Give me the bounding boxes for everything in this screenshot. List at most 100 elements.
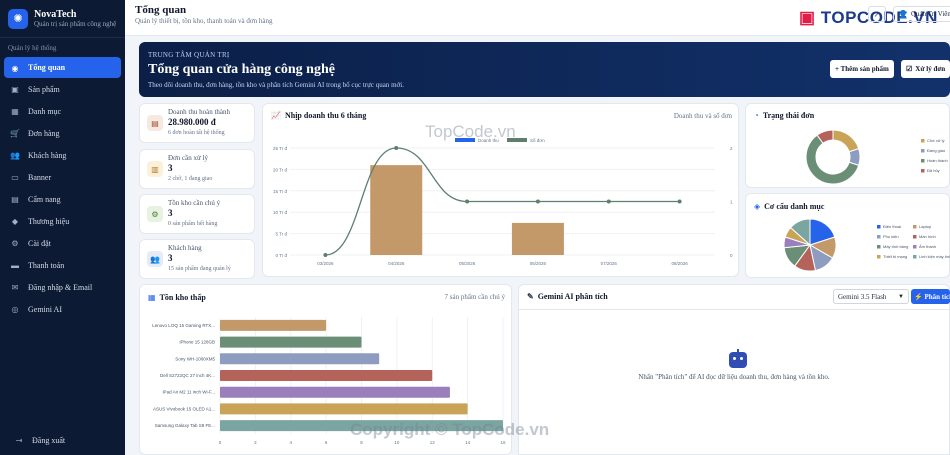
revenue-bar xyxy=(511,222,564,255)
stat-card: ▤ Doanh thu hoàn thành 28.980.000 đ 6 đơn h… xyxy=(139,103,255,143)
model-value: Gemini 3.5 Flash xyxy=(838,292,887,301)
book-icon: ▤ xyxy=(11,195,19,204)
stat-label: Khách hàng xyxy=(168,244,202,252)
x-tick-label: 12 xyxy=(430,440,436,445)
x-tick-label: 05/2026 xyxy=(459,261,476,266)
sidebar-item-11[interactable]: ◎ Gemini AI xyxy=(4,299,121,320)
top-header: Tổng quan Quản lý thiết bị, tồn kho, tha… xyxy=(125,0,950,36)
add-product-button[interactable]: + Thêm sản phẩm xyxy=(830,60,894,78)
orders-point xyxy=(465,199,470,204)
analyze-button[interactable]: ⚡ Phân tích xyxy=(911,289,950,304)
stat-card: 👥 Khách hàng 3 15 sản phẩm đang quản lý xyxy=(139,239,255,279)
sidebar-item-2[interactable]: ▦ Danh mục xyxy=(4,101,121,122)
stock-label: iPad Air M2 11 inch Wi-F... xyxy=(163,390,215,395)
order-status-card: ◔ Trạng thái đơn Chờ xử lý Đang giao Hoàn t… xyxy=(745,103,950,188)
sidebar-item-10[interactable]: ✉ Đăng nhập & Email xyxy=(4,277,121,298)
sidebar-item-5[interactable]: ▭ Banner xyxy=(4,167,121,188)
sidebar-item-label: Sản phẩm xyxy=(28,85,60,94)
stock-label: Samsung Galaxy Tab S9 FE... xyxy=(155,423,215,428)
stock-bar xyxy=(220,370,433,381)
stock-label: Sony WH-1000XM5 xyxy=(175,356,215,361)
money-icon: ▤ xyxy=(147,115,163,131)
brand[interactable]: ✺ NovaTech Quản trị sản phẩm công nghệ xyxy=(0,0,125,38)
user-icon: 👤 xyxy=(898,9,908,19)
y-tick-label: 10 Tr đ xyxy=(273,210,288,215)
user-name: Quản Trị Viên xyxy=(910,10,950,18)
category-chart: Điện thoại Laptop Phụ kiện Màn hình Máy tính… xyxy=(783,218,950,272)
y2-tick-label: 2 xyxy=(730,146,733,151)
sidebar-item-label: Đơn hàng xyxy=(28,129,60,138)
category-legend-swatch xyxy=(913,225,917,229)
y-tick-label: 15 Tr đ xyxy=(273,189,288,194)
sidebar-item-label: Thương hiệu xyxy=(28,217,70,226)
hero-eyebrow: TRUNG TÂM QUẢN TRỊ xyxy=(148,51,230,59)
stock-label: iPhone 15 128GB xyxy=(179,340,215,345)
dashboard-icon: ◉ xyxy=(11,63,19,73)
robot-icon xyxy=(729,349,747,368)
sidebar-item-9[interactable]: ▬ Thanh toán xyxy=(4,255,121,276)
status-legend-swatch xyxy=(921,169,925,173)
category-legend-swatch xyxy=(913,255,917,259)
stat-note: 15 sản phẩm đang quản lý xyxy=(168,266,231,272)
status-legend-label: Hoàn thành xyxy=(927,158,948,163)
category-legend-swatch xyxy=(877,225,881,229)
status-legend-swatch xyxy=(921,149,925,153)
stat-card: ⚙ Tồn kho cần chú ý3 0 sản phẩm hết hàng xyxy=(139,194,255,234)
status-legend-label: Đang giao xyxy=(927,148,946,153)
sidebar-item-0[interactable]: ◉ Tổng quan xyxy=(4,57,121,78)
y2-tick-label: 1 xyxy=(730,200,733,205)
x-tick-label: 03/2026 xyxy=(317,261,334,266)
x-tick-label: 8 xyxy=(360,440,363,445)
grid-icon: ▦ xyxy=(11,107,19,116)
magic-wand-icon: ✎ xyxy=(527,292,534,301)
process-orders-button[interactable]: ☑ Xử lý đơn xyxy=(901,60,950,78)
model-select[interactable]: Gemini 3.5 Flash ▼ xyxy=(833,289,909,304)
stock-bar xyxy=(220,353,380,365)
sidebar-item-label: Đăng nhập & Email xyxy=(28,283,93,292)
sidebar-item-1[interactable]: ▣ Sản phẩm xyxy=(4,79,121,100)
open-external-button[interactable]: ↗ xyxy=(868,6,886,22)
sidebar-item-6[interactable]: ▤ Cẩm nang xyxy=(4,189,121,210)
stat-value: 3 xyxy=(168,163,173,173)
y-tick-label: 5 Tr đ xyxy=(275,232,287,237)
orders-point xyxy=(535,199,540,204)
sidebar-nav: ◉ Tổng quan ▣ Sản phẩm ▦ Danh mục 🛒 Đơn hàng 👥 Kh… xyxy=(0,57,125,320)
category-legend-label: Màn hình xyxy=(919,234,936,239)
sidebar-section-label: Quản lý hệ thống xyxy=(8,44,57,52)
stat-note: 0 sản phẩm hết hàng xyxy=(168,221,218,227)
category-legend-swatch xyxy=(877,245,881,249)
orders-point xyxy=(394,146,399,150)
x-tick-label: 04/2026 xyxy=(388,261,405,266)
x-tick-label: 07/2026 xyxy=(601,261,618,266)
logout-button[interactable]: ⇥ Đăng xuất xyxy=(8,430,71,451)
x-tick-label: 10 xyxy=(394,440,400,445)
sidebar-item-label: Cẩm nang xyxy=(28,195,61,204)
sidebar-item-7[interactable]: ◆ Thương hiệu xyxy=(4,211,121,232)
stock-bar xyxy=(220,386,450,398)
orders-point xyxy=(323,253,328,257)
status-legend-label: Chờ xử lý xyxy=(927,138,945,143)
x-tick-label: 16 xyxy=(500,440,506,445)
stat-value: 28.980.000 đ xyxy=(168,117,216,127)
logout-icon: ⇥ xyxy=(15,436,23,445)
status-legend-label: Đã hủy xyxy=(927,168,940,173)
hero-title: Tổng quan cửa hàng công nghệ xyxy=(148,62,335,77)
x-tick-label: 14 xyxy=(465,440,471,445)
external-link-icon: ↗ xyxy=(873,9,881,19)
clipboard-icon: ▥ xyxy=(147,161,163,177)
category-legend-label: Điện thoại xyxy=(883,224,901,229)
user-menu[interactable]: 👤 Quản Trị Viên xyxy=(893,6,950,22)
x-tick-label: 4 xyxy=(289,440,292,445)
sidebar-item-8[interactable]: ⚙ Cài đặt xyxy=(4,233,121,254)
sidebar-item-4[interactable]: 👥 Khách hàng xyxy=(4,145,121,166)
sidebar-item-3[interactable]: 🛒 Đơn hàng xyxy=(4,123,121,144)
y-tick-label: 20 Tr đ xyxy=(273,167,288,172)
copyright-watermark: Copyright © TopCode.vn xyxy=(350,420,550,439)
stat-value: 3 xyxy=(168,253,173,263)
category-legend-swatch xyxy=(913,245,917,249)
category-card: ◈ Cơ cấu danh mục Điện thoại Laptop Phụ kiệ… xyxy=(745,193,950,278)
order-status-chart: Chờ xử lý Đang giao Hoàn thành Đã hủy xyxy=(805,129,948,185)
status-slice xyxy=(832,129,860,153)
category-legend-swatch xyxy=(877,255,881,259)
legend-label: Số đơn xyxy=(530,138,545,143)
